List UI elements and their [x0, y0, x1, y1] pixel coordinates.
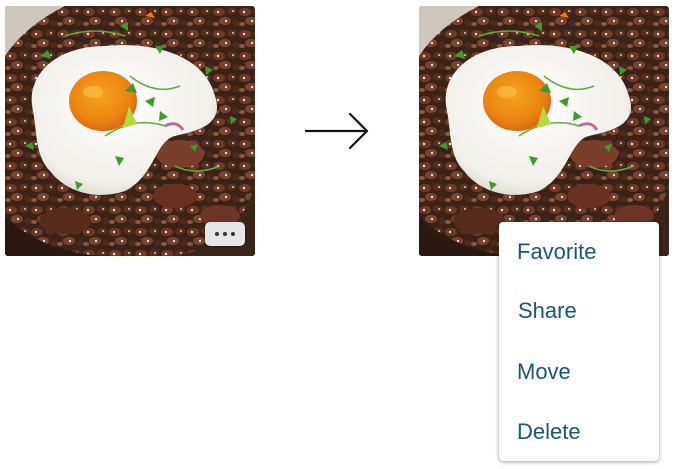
menu-item-move[interactable]: Move — [517, 357, 571, 387]
menu-item-delete[interactable]: Delete — [517, 417, 581, 447]
food-photo-icon — [5, 6, 255, 256]
right-photo[interactable] — [419, 6, 669, 256]
menu-item-share[interactable]: Share — [518, 296, 577, 326]
food-photo-icon — [419, 6, 669, 256]
ellipsis-icon — [215, 232, 219, 236]
context-menu: Favorite Share Move Delete — [499, 222, 659, 461]
left-photo[interactable] — [5, 6, 255, 256]
menu-item-favorite[interactable]: Favorite — [517, 237, 596, 267]
arrow-right-icon — [304, 112, 369, 150]
more-options-button[interactable] — [205, 222, 245, 246]
ellipsis-dot — [223, 232, 227, 236]
ellipsis-dot — [231, 232, 235, 236]
